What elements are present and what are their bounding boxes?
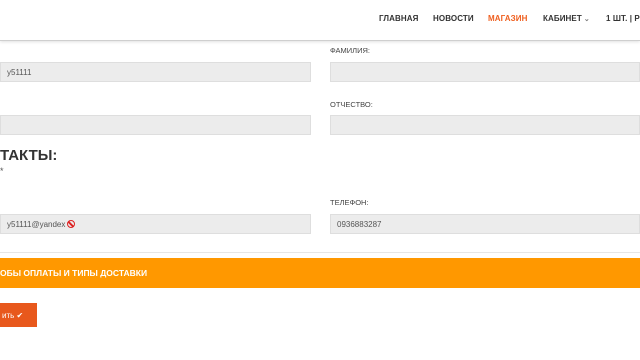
nav-news[interactable]: НОВОСТИ (433, 14, 474, 23)
submit-button[interactable]: ить ✔ (0, 303, 37, 327)
phone-field[interactable] (330, 214, 640, 234)
nav-shop[interactable]: МАГАЗИН (488, 14, 528, 23)
payment-delivery-title: ОБЫ ОПЛАТЫ И ТИПЫ ДОСТАВКИ (0, 268, 148, 278)
chevron-down-icon: ⌄ (583, 16, 590, 23)
phone-label: ТЕЛЕФОН: (330, 198, 369, 207)
payment-delivery-bar[interactable]: ОБЫ ОПЛАТЫ И ТИПЫ ДОСТАВКИ (0, 258, 640, 288)
divider (0, 252, 640, 253)
email-field[interactable] (0, 214, 311, 234)
contacts-note: * (0, 166, 4, 176)
nav-cabinet-label: КАБИНЕТ (543, 14, 582, 23)
nav-cabinet[interactable]: КАБИНЕТ ⌄ (543, 14, 590, 23)
top-navigation: ГЛАВНАЯ НОВОСТИ МАГАЗИН КАБИНЕТ ⌄ 1 ШТ. |… (0, 0, 640, 41)
login-field[interactable] (0, 62, 311, 82)
name-field[interactable] (0, 115, 311, 135)
patronymic-label: ОТЧЕСТВО: (330, 100, 373, 109)
surname-field[interactable] (330, 62, 640, 82)
nav-home[interactable]: ГЛАВНАЯ (379, 14, 419, 23)
surname-label: ФАМИЛИЯ: (330, 46, 370, 55)
patronymic-field[interactable] (330, 115, 640, 135)
blocked-icon (67, 220, 75, 228)
cart-summary[interactable]: 1 ШТ. | Р (606, 14, 640, 23)
contacts-heading: ТАКТЫ: (0, 147, 58, 164)
